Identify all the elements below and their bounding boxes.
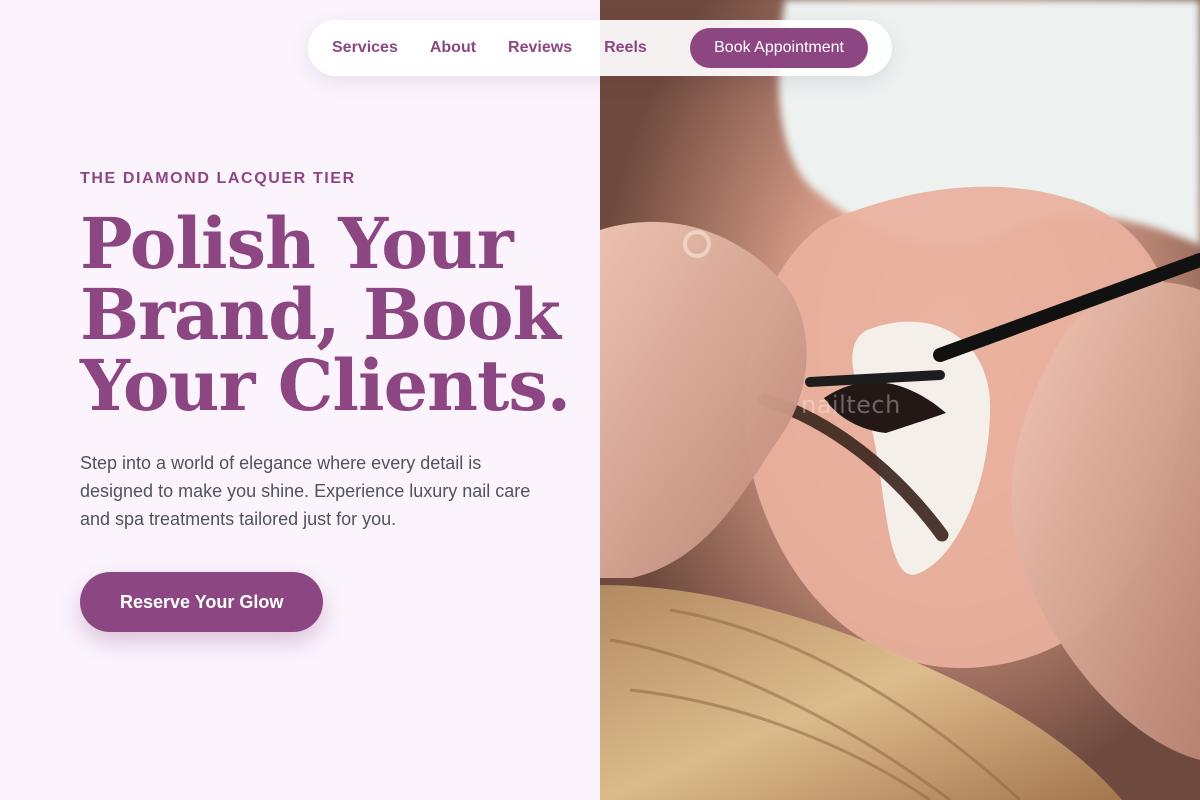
landing-page: THE DIAMOND LACQUER TIER Polish Your Bra… xyxy=(0,0,1200,800)
top-navigation: Services About Reviews Reels Book Appoin… xyxy=(308,20,892,76)
hero-description: Step into a world of elegance where ever… xyxy=(80,453,531,529)
hero-headline: Polish Your Brand, Book Your Clients. xyxy=(80,202,571,427)
nav-services-link[interactable]: Services xyxy=(332,39,398,57)
lash-extension-photo: nailtech xyxy=(600,0,1200,800)
nav-about-link[interactable]: About xyxy=(430,39,476,57)
nav-reviews-link[interactable]: Reviews xyxy=(508,39,572,57)
nav-reels-link[interactable]: Reels xyxy=(604,39,647,57)
reserve-your-glow-button[interactable]: Reserve Your Glow xyxy=(80,572,324,632)
hero-copy-section: THE DIAMOND LACQUER TIER Polish Your Bra… xyxy=(0,0,600,800)
hero-eyebrow: THE DIAMOND LACQUER TIER xyxy=(80,170,356,187)
book-appointment-button[interactable]: Book Appointment xyxy=(690,28,868,68)
photo-watermark: nailtech xyxy=(801,391,901,419)
tweezer-left-line xyxy=(805,370,945,387)
